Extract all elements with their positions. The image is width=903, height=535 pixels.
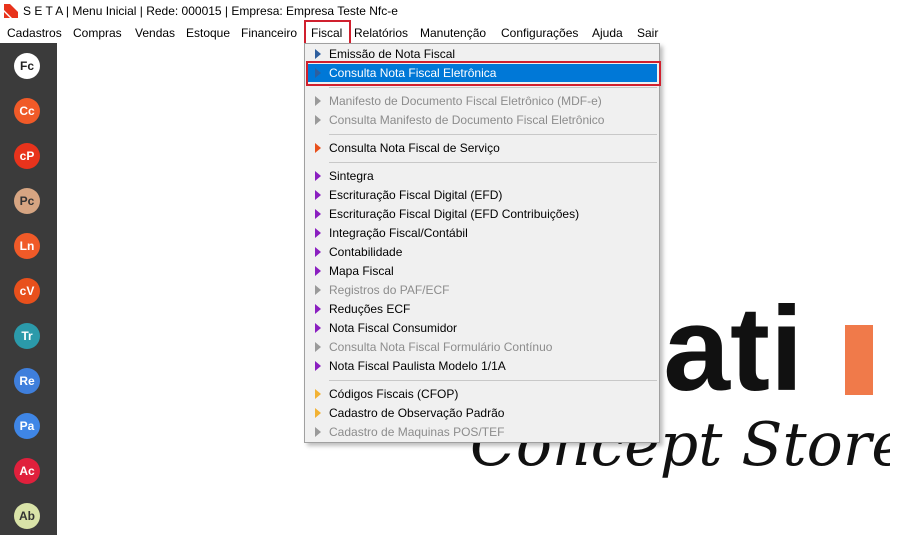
fiscal-menu-item-label: Emissão de Nota Fiscal xyxy=(329,47,456,61)
submenu-arrow-icon xyxy=(315,247,321,257)
fiscal-menu-item[interactable]: Cadastro de Observação Padrão xyxy=(307,404,657,422)
menu-compras[interactable]: Compras xyxy=(73,25,122,41)
submenu-arrow-icon xyxy=(315,266,321,276)
fiscal-menu-item[interactable]: Escrituração Fiscal Digital (EFD) xyxy=(307,186,657,204)
submenu-arrow-icon xyxy=(315,228,321,238)
sidebar-button-pc[interactable]: Pc xyxy=(14,188,40,214)
fiscal-menu-item[interactable]: Escrituração Fiscal Digital (EFD Contrib… xyxy=(307,205,657,223)
submenu-arrow-icon xyxy=(315,304,321,314)
submenu-arrow-icon xyxy=(315,285,321,295)
menu-bar: Cadastros Compras Vendas Estoque Financeiro F… xyxy=(0,23,903,43)
fiscal-menu-item[interactable]: Nota Fiscal Consumidor xyxy=(307,319,657,337)
fiscal-menu-callout xyxy=(304,20,351,45)
fiscal-menu-item[interactable]: Reduções ECF xyxy=(307,300,657,318)
menu-configuracoes[interactable]: Configurações xyxy=(501,25,578,41)
menu-manutencao[interactable]: Manutenção xyxy=(420,25,486,41)
fiscal-menu-item: Cadastro de Maquinas POS/TEF xyxy=(307,423,657,441)
submenu-arrow-icon xyxy=(315,427,321,437)
menu-separator xyxy=(329,162,657,163)
submenu-arrow-icon xyxy=(315,115,321,125)
fiscal-menu-item[interactable]: Nota Fiscal Paulista Modelo 1/1A xyxy=(307,357,657,375)
submenu-arrow-icon xyxy=(315,143,321,153)
menu-estoque[interactable]: Estoque xyxy=(186,25,230,41)
fiscal-menu-item-label: Nota Fiscal Consumidor xyxy=(329,321,458,335)
submenu-arrow-icon xyxy=(315,209,321,219)
submenu-arrow-icon xyxy=(315,389,321,399)
selected-item-callout xyxy=(306,61,661,86)
fiscal-menu-item[interactable]: Contabilidade xyxy=(307,243,657,261)
sidebar-button-cc[interactable]: Cc xyxy=(14,98,40,124)
fiscal-menu-item-label: Consulta Nota Fiscal Formulário Contínuo xyxy=(329,340,553,354)
fiscal-menu-item: Manifesto de Documento Fiscal Eletrônico… xyxy=(307,92,657,110)
submenu-arrow-icon xyxy=(315,49,321,59)
brand-accent xyxy=(845,325,873,395)
fiscal-menu-item[interactable]: Consulta Nota Fiscal de Serviço xyxy=(307,139,657,157)
sidebar-button-re[interactable]: Re xyxy=(14,368,40,394)
fiscal-menu-item-label: Integração Fiscal/Contábil xyxy=(329,226,468,240)
sidebar-button-ab[interactable]: Ab xyxy=(14,503,40,529)
menu-vendas[interactable]: Vendas xyxy=(135,25,175,41)
submenu-arrow-icon xyxy=(315,190,321,200)
menu-separator xyxy=(329,87,657,88)
submenu-arrow-icon xyxy=(315,323,321,333)
fiscal-menu-item-label: Sintegra xyxy=(329,169,374,183)
fiscal-menu-item-label: Consulta Manifesto de Documento Fiscal E… xyxy=(329,113,605,127)
menu-cadastros[interactable]: Cadastros xyxy=(7,25,62,41)
submenu-arrow-icon xyxy=(315,171,321,181)
sidebar-button-ln[interactable]: Ln xyxy=(14,233,40,259)
title-bar: S E T A | Menu Inicial | Rede: 000015 | … xyxy=(0,0,903,23)
menu-separator xyxy=(329,380,657,381)
fiscal-menu-item-label: Reduções ECF xyxy=(329,302,411,316)
fiscal-menu-item-label: Mapa Fiscal xyxy=(329,264,394,278)
fiscal-menu-item: Consulta Nota Fiscal Formulário Contínuo xyxy=(307,338,657,356)
fiscal-menu-item-label: Contabilidade xyxy=(329,245,403,259)
sidebar-button-cp[interactable]: cP xyxy=(14,143,40,169)
submenu-arrow-icon xyxy=(315,361,321,371)
menu-separator xyxy=(329,134,657,135)
menu-relatorios[interactable]: Relatórios xyxy=(354,25,408,41)
seta-logo-icon xyxy=(4,4,18,18)
submenu-arrow-icon xyxy=(315,96,321,106)
submenu-arrow-icon xyxy=(315,408,321,418)
quick-launch-sidebar: Fc Cc cP Pc Ln cV Tr Re Pa Ac Ab xyxy=(0,43,57,535)
fiscal-menu-item: Registros do PAF/ECF xyxy=(307,281,657,299)
fiscal-menu-item-label: Códigos Fiscais (CFOP) xyxy=(329,387,459,401)
menu-sair[interactable]: Sair xyxy=(637,25,658,41)
menu-ajuda[interactable]: Ajuda xyxy=(592,25,623,41)
fiscal-dropdown-menu: Emissão de Nota Fiscal Consulta Nota Fisc… xyxy=(304,43,660,443)
fiscal-menu-item-label: Cadastro de Maquinas POS/TEF xyxy=(329,425,505,439)
fiscal-menu-item[interactable]: Mapa Fiscal xyxy=(307,262,657,280)
fiscal-menu-item[interactable]: Sintegra xyxy=(307,167,657,185)
sidebar-button-cv[interactable]: cV xyxy=(14,278,40,304)
submenu-arrow-icon xyxy=(315,342,321,352)
window-title: S E T A | Menu Inicial | Rede: 000015 | … xyxy=(23,4,398,18)
fiscal-menu-item-label: Manifesto de Documento Fiscal Eletrônico… xyxy=(329,94,602,108)
fiscal-menu-item-label: Cadastro de Observação Padrão xyxy=(329,406,505,420)
fiscal-menu-item[interactable]: Integração Fiscal/Contábil xyxy=(307,224,657,242)
fiscal-menu-item: Consulta Manifesto de Documento Fiscal E… xyxy=(307,111,657,129)
fiscal-menu-item-label: Nota Fiscal Paulista Modelo 1/1A xyxy=(329,359,506,373)
menu-financeiro[interactable]: Financeiro xyxy=(241,25,297,41)
fiscal-menu-item[interactable]: Códigos Fiscais (CFOP) xyxy=(307,385,657,403)
fiscal-menu-item-label: Escrituração Fiscal Digital (EFD) xyxy=(329,188,503,202)
sidebar-button-fc[interactable]: Fc xyxy=(14,53,40,79)
sidebar-button-pa[interactable]: Pa xyxy=(14,413,40,439)
fiscal-menu-item-label: Escrituração Fiscal Digital (EFD Contrib… xyxy=(329,207,580,221)
sidebar-button-tr[interactable]: Tr xyxy=(14,323,40,349)
sidebar-button-ac[interactable]: Ac xyxy=(14,458,40,484)
fiscal-menu-item-label: Consulta Nota Fiscal de Serviço xyxy=(329,141,500,155)
fiscal-menu-item-label: Registros do PAF/ECF xyxy=(329,283,450,297)
